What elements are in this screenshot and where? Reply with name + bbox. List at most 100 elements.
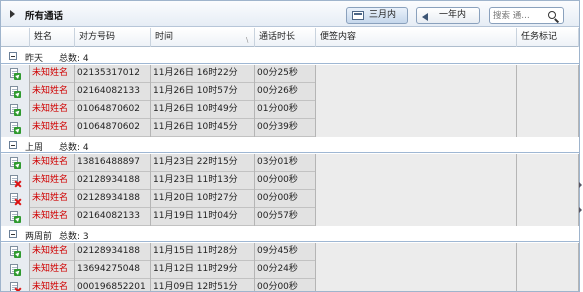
cell-note[interactable] <box>316 101 517 119</box>
group-header[interactable]: 昨天 总数: 4 <box>1 48 579 64</box>
incoming-call-icon <box>9 264 21 276</box>
cell-task[interactable] <box>517 154 579 172</box>
cell-note[interactable] <box>316 83 517 101</box>
cell-note[interactable] <box>316 190 517 208</box>
cell-name: 未知姓名 <box>30 208 75 226</box>
cell-note[interactable] <box>316 261 517 279</box>
collapse-toggle-icon[interactable] <box>9 141 17 149</box>
search-input[interactable] <box>493 10 547 22</box>
table-row[interactable]: 未知姓名 02128934188 11月15日 11时28分 09分45秒 <box>1 243 579 261</box>
cell-name: 未知姓名 <box>30 279 75 291</box>
table-row[interactable]: 未知姓名 02164082133 11月26日 10时57分 00分26秒 <box>1 83 579 101</box>
table-row[interactable]: 未知姓名 02164082133 11月19日 11时04分 00分57秒 <box>1 208 579 226</box>
table-row[interactable]: 未知姓名 02128934188 11月20日 10时27分 00分00秒 <box>1 190 579 208</box>
cell-task[interactable] <box>517 83 579 101</box>
cell-duration: 03分01秒 <box>255 154 316 172</box>
cell-duration: 00分39秒 <box>255 119 316 137</box>
header-time[interactable]: 时间 <box>151 28 255 47</box>
incoming-call-icon <box>9 68 21 80</box>
collapse-toggle-icon[interactable] <box>9 52 17 60</box>
cell-duration: 00分26秒 <box>255 83 316 101</box>
cell-note[interactable] <box>316 208 517 226</box>
collapse-toggle-icon[interactable] <box>9 230 17 238</box>
incoming-call-icon <box>9 157 21 169</box>
table-row[interactable]: 未知姓名 000196852201 11月09日 12时51分 00分00秒 <box>1 279 579 291</box>
incoming-call-icon <box>9 246 21 258</box>
cell-number: 02128934188 <box>75 190 151 208</box>
cell-note[interactable] <box>316 172 517 190</box>
missed-call-icon <box>9 282 21 291</box>
search-icon[interactable] <box>548 11 556 19</box>
group-header[interactable]: 上周 总数: 4 <box>1 137 579 153</box>
cell-note[interactable] <box>316 119 517 137</box>
cell-icon <box>1 83 30 101</box>
cell-name: 未知姓名 <box>30 172 75 190</box>
cell-note[interactable] <box>316 243 517 261</box>
scroll-marker-icon[interactable] <box>579 182 583 190</box>
page-title: 所有通话 <box>25 11 64 22</box>
cell-number: 02128934188 <box>75 243 151 261</box>
cell-duration: 01分00秒 <box>255 101 316 119</box>
three-months-label: 三月内 <box>369 10 397 20</box>
cell-number: 02164082133 <box>75 208 151 226</box>
header-name[interactable]: 姓名 <box>30 28 75 47</box>
cell-duration: 00分00秒 <box>255 172 316 190</box>
call-list: 昨天 总数: 4 未知姓名 02135317012 11月26日 16时22分 00分25… <box>1 48 579 291</box>
cell-note[interactable] <box>316 154 517 172</box>
cell-task[interactable] <box>517 101 579 119</box>
cell-task[interactable] <box>517 190 579 208</box>
cell-name: 未知姓名 <box>30 101 75 119</box>
group-header[interactable]: 两周前 总数: 3 <box>1 226 579 242</box>
sort-indicator-icon: \ <box>246 36 249 44</box>
cell-number: 02135317012 <box>75 65 151 83</box>
three-months-filter-button[interactable]: 三月内 <box>346 7 408 24</box>
expand-arrow-icon[interactable] <box>10 10 15 18</box>
incoming-call-icon <box>9 104 21 116</box>
group-count: 总数: 3 <box>59 232 89 242</box>
group-name: 两周前 <box>25 232 53 242</box>
cell-icon <box>1 172 30 190</box>
cell-name: 未知姓名 <box>30 65 75 83</box>
group-name: 上周 <box>25 143 44 153</box>
cell-name: 未知姓名 <box>30 83 75 101</box>
table-row[interactable]: 未知姓名 02135317012 11月26日 16时22分 00分25秒 <box>1 65 579 83</box>
cell-task[interactable] <box>517 65 579 83</box>
cell-note[interactable] <box>316 65 517 83</box>
header-task[interactable]: 任务标记 <box>517 28 579 47</box>
table-row[interactable]: 未知姓名 13816488897 11月23日 22时15分 03分01秒 <box>1 154 579 172</box>
cell-number: 02164082133 <box>75 83 151 101</box>
cell-icon <box>1 243 30 261</box>
cell-duration: 09分45秒 <box>255 243 316 261</box>
header-number[interactable]: 对方号码 <box>75 28 151 47</box>
cell-number: 13816488897 <box>75 154 151 172</box>
one-year-filter-button[interactable]: 一年内 <box>416 7 480 24</box>
table-row[interactable]: 未知姓名 13694275048 11月12日 11时29分 00分24秒 <box>1 261 579 279</box>
cell-task[interactable] <box>517 279 579 291</box>
cell-name: 未知姓名 <box>30 261 75 279</box>
cell-icon <box>1 279 30 291</box>
cell-number: 01064870602 <box>75 119 151 137</box>
table-row[interactable]: 未知姓名 01064870602 11月26日 10时49分 01分00秒 <box>1 101 579 119</box>
incoming-call-icon <box>9 86 21 98</box>
cell-task[interactable] <box>517 243 579 261</box>
scroll-marker-icon[interactable] <box>579 207 583 215</box>
cell-duration: 00分00秒 <box>255 190 316 208</box>
cell-time: 11月20日 10时27分 <box>151 190 255 208</box>
cell-icon <box>1 208 30 226</box>
cell-icon <box>1 154 30 172</box>
cell-note[interactable] <box>316 279 517 291</box>
table-row[interactable]: 未知姓名 02128934188 11月23日 11时13分 00分00秒 <box>1 172 579 190</box>
cell-task[interactable] <box>517 208 579 226</box>
cell-task[interactable] <box>517 172 579 190</box>
missed-call-icon <box>9 175 21 187</box>
search-box[interactable] <box>489 7 564 24</box>
cell-task[interactable] <box>517 261 579 279</box>
cell-icon <box>1 119 30 137</box>
cell-name: 未知姓名 <box>30 119 75 137</box>
table-row[interactable]: 未知姓名 01064870602 11月26日 10时45分 00分39秒 <box>1 119 579 137</box>
cell-duration: 00分25秒 <box>255 65 316 83</box>
title-bar: 所有通话 三月内 一年内 <box>1 1 579 27</box>
cell-task[interactable] <box>517 119 579 137</box>
header-note[interactable]: 便签内容 <box>316 28 517 47</box>
header-duration[interactable]: 通话时长 <box>255 28 316 47</box>
